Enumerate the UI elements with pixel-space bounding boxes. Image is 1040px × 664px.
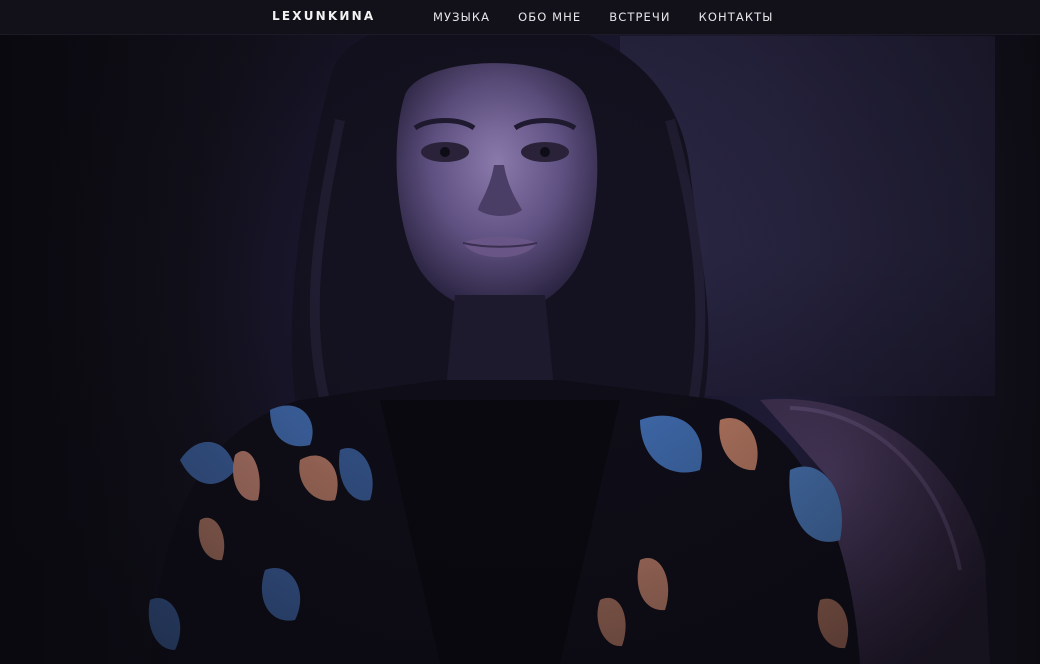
site-logo[interactable]: LEXUNKИNA — [272, 9, 375, 23]
site-header: LEXUNKИNA МУЗЫКА ОБО МНЕ ВСТРЕЧИ КОНТАКТ… — [0, 0, 1040, 35]
main-nav: МУЗЫКА ОБО МНЕ ВСТРЕЧИ КОНТАКТЫ — [433, 10, 774, 24]
nav-item-music[interactable]: МУЗЫКА — [433, 10, 490, 24]
hero-overlay — [0, 0, 1040, 664]
hero-section — [0, 0, 1040, 664]
nav-item-contacts[interactable]: КОНТАКТЫ — [699, 10, 774, 24]
nav-item-events[interactable]: ВСТРЕЧИ — [609, 10, 670, 24]
nav-item-about[interactable]: ОБО МНЕ — [518, 10, 581, 24]
